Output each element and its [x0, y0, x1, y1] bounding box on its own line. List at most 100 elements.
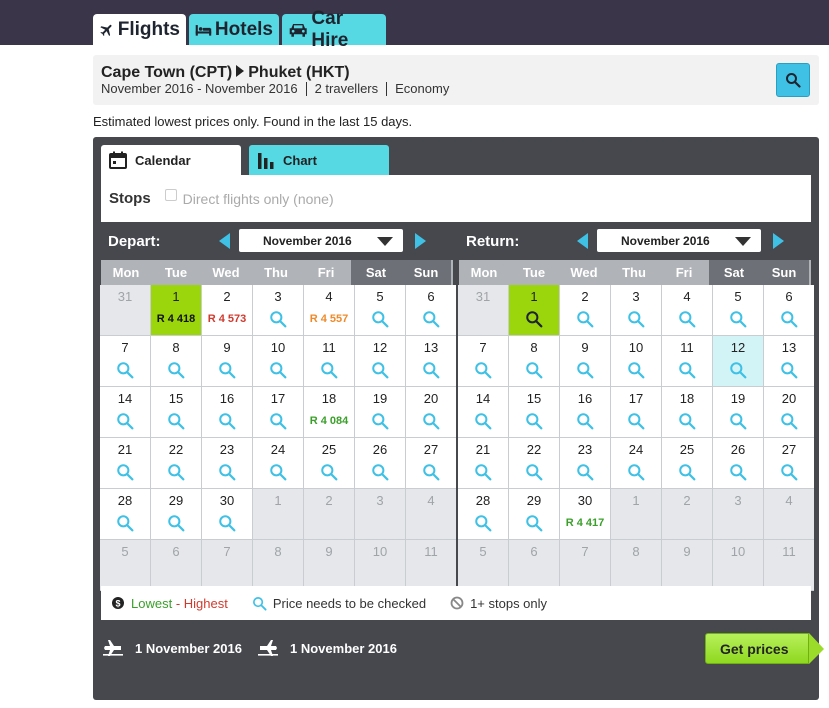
- legend-highest: Highest: [183, 595, 228, 611]
- legend: $ Lowest - Highest Price needs to be che…: [101, 586, 811, 620]
- depart-day-cell[interactable]: 10: [253, 336, 303, 386]
- depart-day-cell[interactable]: 3: [253, 285, 303, 335]
- depart-day-cell[interactable]: 23: [202, 438, 252, 488]
- return-day-cell[interactable]: 21: [458, 438, 508, 488]
- depart-prev-month-icon[interactable]: [219, 233, 230, 249]
- return-day-cell[interactable]: 20: [764, 387, 814, 437]
- tab-hotels-label: Hotels: [214, 18, 273, 40]
- direct-flights-checkbox[interactable]: [164, 188, 177, 201]
- depart-day-cell[interactable]: 14: [100, 387, 150, 437]
- tab-chart[interactable]: Chart: [249, 145, 389, 175]
- depart-day-cell[interactable]: 19: [355, 387, 405, 437]
- return-day-cell[interactable]: 13: [764, 336, 814, 386]
- tab-flights-label: Flights: [117, 18, 180, 40]
- depart-day-cell[interactable]: 7: [100, 336, 150, 386]
- depart-day-cell[interactable]: 1 R 4 418: [151, 285, 201, 335]
- depart-day-cell[interactable]: 5: [355, 285, 405, 335]
- legend-stops-label: 1+ stops only: [470, 595, 548, 611]
- depart-day-cell[interactable]: 22: [151, 438, 201, 488]
- depart-day-cell[interactable]: 15: [151, 387, 201, 437]
- depart-day-cell[interactable]: 27: [406, 438, 456, 488]
- depart-day-cell[interactable]: 30: [202, 489, 252, 539]
- search-icon: [730, 311, 747, 328]
- depart-day-cell[interactable]: 26: [355, 438, 405, 488]
- search-icon: [270, 311, 287, 328]
- search-icon: [117, 413, 134, 430]
- depart-month-value: November 2016: [263, 233, 352, 248]
- search-icon: [475, 464, 492, 481]
- return-month-select[interactable]: November 2016: [597, 229, 761, 252]
- search-icon: [679, 362, 696, 379]
- day-number: 9: [325, 544, 333, 559]
- day-number: 4: [427, 493, 435, 508]
- return-day-cell[interactable]: 6: [764, 285, 814, 335]
- return-day-cell[interactable]: 2: [560, 285, 610, 335]
- search-icon: [577, 413, 594, 430]
- depart-day-cell[interactable]: 13: [406, 336, 456, 386]
- search-summary[interactable]: Cape Town (CPT) Phuket (HKT) November 201…: [93, 55, 819, 105]
- depart-day-cell[interactable]: 9: [202, 336, 252, 386]
- tab-flights[interactable]: Flights: [93, 14, 186, 45]
- depart-day-cell[interactable]: 16: [202, 387, 252, 437]
- depart-day-cell[interactable]: 8: [151, 336, 201, 386]
- return-day-cell[interactable]: 3: [611, 285, 661, 335]
- return-day-cell[interactable]: 1: [509, 285, 559, 335]
- weekday-label: Thu: [622, 265, 646, 280]
- search-icon: [781, 362, 798, 379]
- return-day-cell[interactable]: 14: [458, 387, 508, 437]
- depart-day-cell[interactable]: 29: [151, 489, 201, 539]
- return-prev-month-icon[interactable]: [577, 233, 588, 249]
- return-day-cell[interactable]: 11: [662, 336, 712, 386]
- depart-day-cell[interactable]: 17: [253, 387, 303, 437]
- depart-day-cell[interactable]: 25: [304, 438, 354, 488]
- return-day-cell[interactable]: 4: [662, 285, 712, 335]
- return-day-cell[interactable]: 7: [458, 336, 508, 386]
- depart-day-cell[interactable]: 6: [406, 285, 456, 335]
- return-day-cell[interactable]: 23: [560, 438, 610, 488]
- return-next-month-icon[interactable]: [773, 233, 784, 249]
- depart-next-month-icon[interactable]: [415, 233, 426, 249]
- depart-day-cell[interactable]: 2 R 4 573: [202, 285, 252, 335]
- footer-depart-date: 1 November 2016: [135, 640, 242, 656]
- depart-day-cell[interactable]: 18 R 4 084: [304, 387, 354, 437]
- return-day-cell[interactable]: 25: [662, 438, 712, 488]
- depart-day-cell[interactable]: 28: [100, 489, 150, 539]
- return-day-cell[interactable]: 5: [713, 285, 763, 335]
- depart-day-cell[interactable]: 21: [100, 438, 150, 488]
- return-day-cell[interactable]: 18: [662, 387, 712, 437]
- edit-search-button[interactable]: [776, 63, 810, 97]
- return-day-cell[interactable]: 17: [611, 387, 661, 437]
- depart-day-cell[interactable]: 12: [355, 336, 405, 386]
- day-number: 3: [376, 493, 384, 508]
- depart-day-cell[interactable]: 24: [253, 438, 303, 488]
- get-prices-button[interactable]: Get prices: [705, 633, 824, 664]
- return-day-cell[interactable]: 12: [713, 336, 763, 386]
- day-number: 6: [427, 289, 435, 304]
- return-day-cell[interactable]: 10: [611, 336, 661, 386]
- weekday-label: Sun: [759, 260, 809, 285]
- search-icon: [679, 413, 696, 430]
- depart-day-cell: 4: [406, 489, 456, 539]
- tab-hotels[interactable]: Hotels: [189, 14, 279, 45]
- return-day-cell[interactable]: 24: [611, 438, 661, 488]
- depart-day-cell[interactable]: 4 R 4 557: [304, 285, 354, 335]
- depart-day-cell[interactable]: 11: [304, 336, 354, 386]
- search-icon: [679, 464, 696, 481]
- search-icon: [270, 464, 287, 481]
- return-day-cell[interactable]: 8: [509, 336, 559, 386]
- return-day-cell[interactable]: 19: [713, 387, 763, 437]
- return-day-cell[interactable]: 9: [560, 336, 610, 386]
- return-day-cell[interactable]: 22: [509, 438, 559, 488]
- return-day-cell[interactable]: 16: [560, 387, 610, 437]
- return-day-cell[interactable]: 15: [509, 387, 559, 437]
- return-day-cell[interactable]: 27: [764, 438, 814, 488]
- return-day-cell[interactable]: 28: [458, 489, 508, 539]
- return-day-cell[interactable]: 26: [713, 438, 763, 488]
- depart-month-select[interactable]: November 2016: [239, 229, 403, 252]
- tab-car-hire[interactable]: Car Hire: [282, 8, 386, 51]
- depart-day-cell[interactable]: 20: [406, 387, 456, 437]
- return-day-cell[interactable]: 29: [509, 489, 559, 539]
- tab-calendar[interactable]: Calendar: [101, 145, 241, 175]
- return-day-cell[interactable]: 30 R 4 417: [560, 489, 610, 539]
- day-number: 7: [121, 340, 129, 355]
